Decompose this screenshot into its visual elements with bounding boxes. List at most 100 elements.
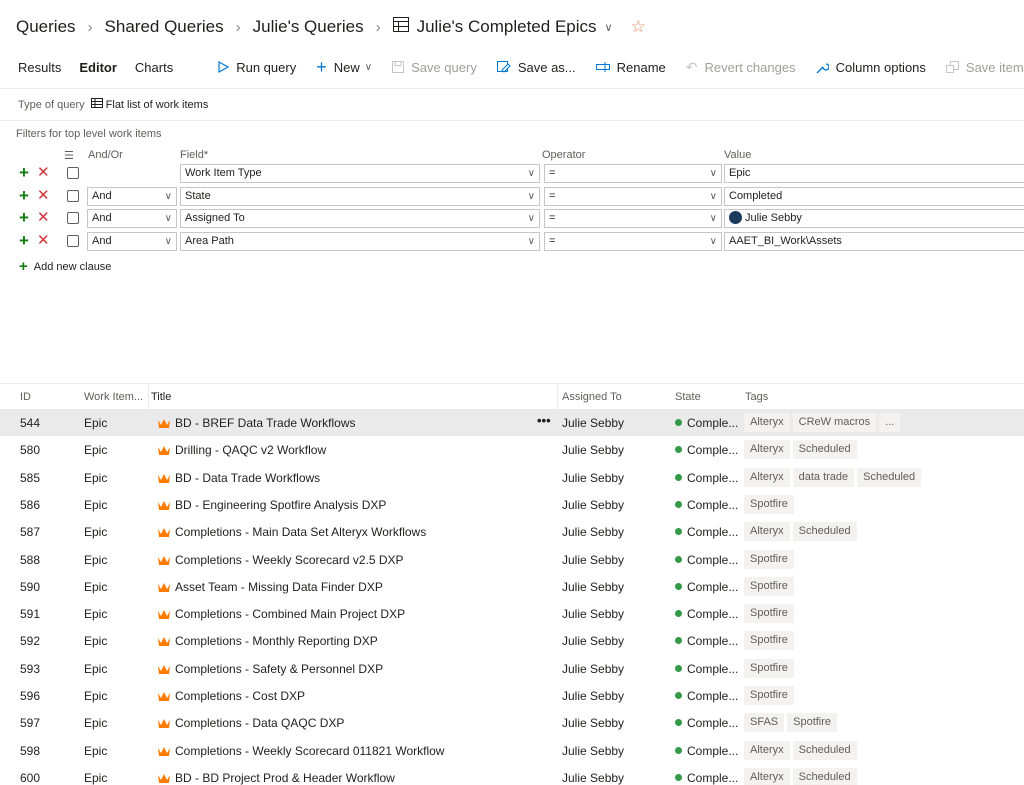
row-title[interactable]: Completions - Cost DXP — [175, 689, 305, 703]
save-items-button[interactable]: Save items — [936, 60, 1024, 75]
row-title-cell[interactable]: BD - BD Project Prod & Header Workflow — [157, 771, 395, 785]
column-header-type[interactable]: Work Item... — [84, 391, 143, 403]
table-row[interactable]: 600 Epic BD - BD Project Prod & Header Wor… — [0, 764, 1024, 785]
tag-badge[interactable]: Alteryx — [744, 413, 790, 432]
row-title[interactable]: Completions - Weekly Scorecard v2.5 DXP — [175, 553, 404, 567]
column-header-tags[interactable]: Tags — [745, 391, 768, 403]
row-title-cell[interactable]: BD - BREF Data Trade Workflows — [157, 416, 356, 432]
tag-badge[interactable]: Alteryx — [744, 767, 790, 785]
row-title[interactable]: Drilling - QAQC v2 Workflow — [175, 443, 326, 457]
tab-charts[interactable]: Charts — [126, 60, 182, 75]
table-row[interactable]: 596 Epic Completions - Cost DXP Julie Sebby… — [0, 682, 1024, 709]
query-type-selector[interactable]: Flat list of work items — [90, 98, 208, 111]
column-header-title[interactable]: Title — [151, 391, 171, 403]
andor-select[interactable]: And ∨ — [87, 187, 177, 206]
page-title[interactable]: Julie's Completed Epics — [417, 17, 597, 37]
column-header-id[interactable]: ID — [20, 391, 31, 403]
row-title-cell[interactable]: Completions - Weekly Scorecard 011821 Wo… — [157, 744, 444, 760]
tag-badge[interactable]: data trade — [792, 467, 855, 487]
table-row[interactable]: 590 Epic Asset Team - Missing Data Finder … — [0, 573, 1024, 600]
chevron-down-icon[interactable]: ∨ — [605, 21, 613, 34]
add-clause-icon[interactable]: + — [19, 164, 29, 182]
table-row[interactable]: 580 Epic Drilling - QAQC v2 Workflow Julie … — [0, 436, 1024, 463]
table-row[interactable]: 585 Epic BD - Data Trade Workflows Julie Se… — [0, 464, 1024, 491]
tag-badge[interactable]: Spotfire — [744, 549, 794, 569]
column-resize-handle[interactable] — [557, 384, 558, 410]
table-row[interactable]: 598 Epic Completions - Weekly Scorecard 01… — [0, 737, 1024, 764]
row-title-cell[interactable]: Asset Team - Missing Data Finder DXP — [157, 580, 383, 596]
table-row[interactable]: 588 Epic Completions - Weekly Scorecard v2… — [0, 546, 1024, 573]
new-button[interactable]: + New ∨ — [306, 57, 382, 78]
tag-badge[interactable]: Scheduled — [857, 467, 922, 487]
breadcrumb-shared-queries[interactable]: Shared Queries — [105, 17, 224, 37]
breadcrumb-queries[interactable]: Queries — [16, 17, 76, 37]
tag-badge[interactable]: Scheduled — [792, 767, 857, 785]
row-title[interactable]: Completions - Safety & Personnel DXP — [175, 662, 383, 676]
field-select[interactable]: State ∨ — [180, 187, 540, 206]
add-clause-icon[interactable]: + — [19, 187, 29, 205]
tag-badge[interactable]: CReW macros — [792, 413, 877, 432]
table-row[interactable]: 597 Epic Completions - Data QAQC DXP Julie … — [0, 709, 1024, 736]
clause-checkbox[interactable] — [67, 235, 79, 247]
row-title-cell[interactable]: Drilling - QAQC v2 Workflow — [157, 443, 326, 459]
breadcrumb-julies-queries[interactable]: Julie's Queries — [253, 17, 364, 37]
value-input[interactable]: Epic — [724, 164, 1024, 183]
favorite-star-icon[interactable]: ☆ — [631, 17, 646, 37]
row-title-cell[interactable]: Completions - Main Data Set Alteryx Work… — [157, 525, 426, 541]
column-options-button[interactable]: Column options — [806, 60, 936, 75]
row-title-cell[interactable]: Completions - Combined Main Project DXP — [157, 607, 405, 623]
tag-badge[interactable]: Alteryx — [744, 522, 790, 542]
row-title-cell[interactable]: Completions - Cost DXP — [157, 689, 305, 705]
row-title[interactable]: Completions - Main Data Set Alteryx Work… — [175, 525, 426, 539]
row-title-cell[interactable]: BD - Engineering Spotfire Analysis DXP — [157, 498, 386, 514]
remove-clause-icon[interactable]: ✕ — [37, 164, 50, 182]
tag-badge[interactable]: Alteryx — [744, 440, 790, 460]
value-input[interactable]: Julie Sebby — [724, 209, 1024, 228]
operator-select[interactable]: = ∨ — [544, 209, 722, 228]
row-title[interactable]: Completions - Combined Main Project DXP — [175, 607, 405, 621]
tag-badge[interactable]: Spotfire — [787, 713, 838, 733]
andor-select[interactable]: And ∨ — [87, 209, 177, 228]
row-title[interactable]: Completions - Weekly Scorecard 011821 Wo… — [175, 744, 444, 758]
remove-clause-icon[interactable]: ✕ — [37, 209, 50, 227]
operator-select[interactable]: = ∨ — [544, 232, 722, 251]
row-title-cell[interactable]: Completions - Safety & Personnel DXP — [157, 662, 383, 678]
row-title[interactable]: Completions - Data QAQC DXP — [175, 716, 344, 730]
add-clause-icon[interactable]: + — [19, 209, 29, 227]
remove-clause-icon[interactable]: ✕ — [37, 232, 50, 250]
operator-select[interactable]: = ∨ — [544, 187, 722, 206]
row-title[interactable]: BD - BD Project Prod & Header Workflow — [175, 771, 395, 785]
operator-select[interactable]: = ∨ — [544, 164, 722, 183]
tag-badge[interactable]: Spotfire — [744, 494, 794, 514]
row-title[interactable]: Completions - Monthly Reporting DXP — [175, 634, 378, 648]
value-input[interactable]: Completed — [724, 187, 1024, 206]
value-input[interactable]: AAET_BI_Work\Assets — [724, 232, 1024, 251]
revert-changes-button[interactable]: ↶ Revert changes — [676, 59, 806, 76]
add-clause-icon[interactable]: + — [19, 232, 29, 250]
tag-badge[interactable]: Scheduled — [792, 740, 857, 760]
more-actions-icon[interactable]: ••• — [537, 413, 551, 428]
row-title[interactable]: BD - Data Trade Workflows — [175, 471, 320, 485]
tab-results[interactable]: Results — [0, 60, 70, 75]
clause-checkbox[interactable] — [67, 190, 79, 202]
row-title[interactable]: Asset Team - Missing Data Finder DXP — [175, 580, 383, 594]
tag-badge[interactable]: Spotfire — [744, 658, 794, 678]
remove-clause-icon[interactable]: ✕ — [37, 187, 50, 205]
column-header-assigned-to[interactable]: Assigned To — [562, 391, 622, 403]
field-select[interactable]: Work Item Type ∨ — [180, 164, 540, 183]
save-query-button[interactable]: Save query — [382, 60, 487, 75]
tab-editor[interactable]: Editor — [70, 60, 126, 75]
tag-badge[interactable]: Alteryx — [744, 740, 790, 760]
field-select[interactable]: Area Path ∨ — [180, 232, 540, 251]
column-header-state[interactable]: State — [675, 391, 701, 403]
row-title-cell[interactable]: BD - Data Trade Workflows — [157, 471, 320, 487]
tag-badge[interactable]: Scheduled — [792, 440, 857, 460]
tag-badge[interactable]: Spotfire — [744, 576, 794, 596]
table-row[interactable]: 592 Epic Completions - Monthly Reporting D… — [0, 627, 1024, 654]
clause-checkbox[interactable] — [67, 167, 79, 179]
row-title-cell[interactable]: Completions - Monthly Reporting DXP — [157, 634, 378, 650]
table-row[interactable]: 544 Epic BD - BREF Data Trade Workflows •••… — [0, 409, 1024, 436]
tag-badge[interactable]: SFAS — [744, 713, 785, 733]
add-new-clause-button[interactable]: + Add new clause — [19, 258, 111, 275]
rename-button[interactable]: Rename — [586, 60, 676, 75]
